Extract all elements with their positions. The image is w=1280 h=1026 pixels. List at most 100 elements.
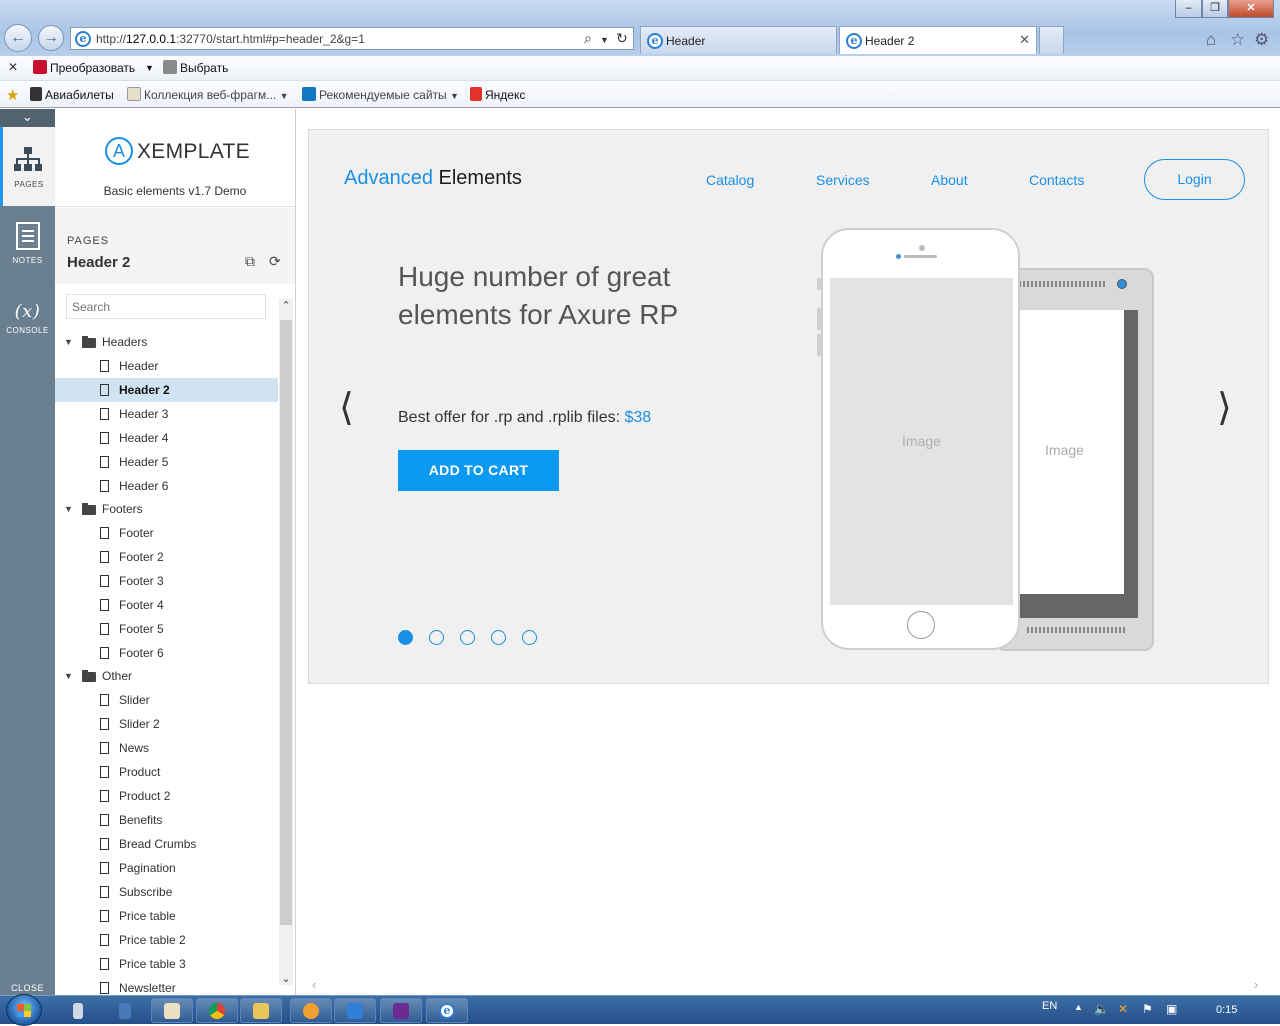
scroll-down-icon[interactable]: ⌄	[279, 972, 293, 985]
tree-page[interactable]: Product 2	[55, 784, 278, 808]
tree-page[interactable]: Bread Crumbs	[55, 832, 278, 856]
tree-page[interactable]: Header 6	[55, 474, 278, 498]
tree-page[interactable]: Footer 4	[55, 593, 278, 617]
select-button[interactable]: Выбрать	[163, 60, 228, 75]
flag-icon[interactable]: ⚑	[1142, 1002, 1153, 1016]
tree-page[interactable]: Slider 2	[55, 712, 278, 736]
page-search-input[interactable]	[66, 294, 266, 319]
expand-triangle-icon[interactable]: ▼	[64, 665, 73, 688]
slider-prev-icon[interactable]: ⟨	[339, 385, 354, 429]
tree-page[interactable]: Price table 3	[55, 952, 278, 976]
convert-pdf-button[interactable]: Преобразовать	[33, 60, 135, 75]
tree-page[interactable]: Header 3	[55, 402, 278, 426]
rail-notes-button[interactable]: NOTES	[0, 222, 55, 265]
open-in-new-icon[interactable]: ⧉	[245, 253, 255, 270]
tree-page[interactable]: Header 4	[55, 426, 278, 450]
slider-dot[interactable]	[460, 630, 475, 645]
start-button[interactable]	[6, 994, 42, 1026]
search-icon[interactable]: ⌕	[584, 30, 592, 47]
task-player[interactable]	[334, 998, 376, 1023]
tree-page[interactable]: Price table	[55, 904, 278, 928]
add-to-cart-button[interactable]: ADD TO CART	[398, 450, 559, 491]
slider-dot[interactable]	[398, 630, 413, 645]
tree-page[interactable]: Footer	[55, 521, 278, 545]
app-tray-icon[interactable]: ✕	[1118, 1002, 1128, 1016]
address-url[interactable]: http://127.0.0.1:32770/start.html#p=head…	[96, 32, 365, 46]
nav-services[interactable]: Services	[816, 172, 870, 188]
scroll-up-icon[interactable]: ⌃	[279, 299, 293, 312]
forward-button[interactable]: →	[38, 25, 64, 51]
volume-icon[interactable]: 🔈	[1094, 1002, 1109, 1016]
tree-page[interactable]: Benefits	[55, 808, 278, 832]
nav-about[interactable]: About	[931, 172, 968, 188]
task-show-desktop[interactable]	[60, 998, 100, 1023]
tree-page[interactable]: Footer 6	[55, 641, 278, 665]
page-options-icon[interactable]: ⟳	[269, 253, 281, 270]
tree-page[interactable]: Product	[55, 760, 278, 784]
favorite-yandex[interactable]: Яндекс	[470, 87, 525, 102]
chevron-down-icon[interactable]: ▼	[600, 35, 609, 45]
nav-contacts[interactable]: Contacts	[1029, 172, 1084, 188]
task-storage[interactable]	[106, 998, 146, 1023]
task-axure-rp[interactable]	[380, 998, 422, 1023]
clock[interactable]: 0:15	[1216, 1004, 1237, 1016]
task-file-explorer[interactable]	[240, 998, 282, 1023]
horizontal-scrollbar[interactable]: ‹ ›	[296, 977, 1280, 995]
slider-next-icon[interactable]: ⟩	[1217, 385, 1232, 429]
tree-page[interactable]: Slider	[55, 688, 278, 712]
favorite-aviatickets[interactable]: Авиабилеты	[30, 87, 114, 102]
task-explorer-window[interactable]	[151, 998, 193, 1023]
home-icon[interactable]: ⌂	[1206, 30, 1216, 50]
tree-page[interactable]: Footer 5	[55, 617, 278, 641]
tab-header[interactable]: e Header	[640, 26, 837, 54]
scroll-thumb[interactable]	[280, 320, 292, 925]
minimize-button[interactable]: –	[1175, 0, 1202, 18]
tree-page[interactable]: Header	[55, 354, 278, 378]
slider-dot[interactable]	[429, 630, 444, 645]
tree-page[interactable]: Pagination	[55, 856, 278, 880]
tree-page[interactable]: Footer 3	[55, 569, 278, 593]
rail-console-button[interactable]: (x) CONSOLE	[0, 301, 55, 335]
favorite-webslices[interactable]: Коллекция веб-фрагм... ▼	[127, 87, 289, 102]
address-bar[interactable]: e http://127.0.0.1:32770/start.html#p=he…	[70, 27, 634, 50]
rail-pages-button[interactable]: PAGES	[0, 127, 55, 206]
rail-close-button[interactable]: CLOSE	[0, 973, 55, 995]
tree-page[interactable]: Price table 2	[55, 928, 278, 952]
refresh-icon[interactable]: ↻	[616, 30, 628, 47]
expand-triangle-icon[interactable]: ▼	[64, 498, 73, 521]
tree-page-selected[interactable]: Header 2	[55, 378, 278, 402]
tray-expand-icon[interactable]: ▲	[1074, 1002, 1083, 1012]
tree-folder[interactable]: ▼ Other	[55, 665, 278, 688]
close-toolbar-icon[interactable]: ✕	[8, 60, 18, 74]
tree-folder[interactable]: ▼ Headers	[55, 331, 278, 354]
sidebar-scrollbar[interactable]: ⌃ ⌄	[279, 299, 293, 985]
maximize-button[interactable]: ❐	[1202, 0, 1228, 18]
favorites-star-icon[interactable]: ☆	[1230, 30, 1245, 50]
nav-catalog[interactable]: Catalog	[706, 172, 754, 188]
tree-page[interactable]: News	[55, 736, 278, 760]
chevron-down-icon[interactable]: ▼	[145, 63, 154, 73]
scroll-left-icon[interactable]: ‹	[312, 977, 316, 992]
task-media[interactable]	[290, 998, 332, 1023]
scroll-right-icon[interactable]: ›	[1254, 977, 1258, 992]
tab-header-2[interactable]: e Header 2 ✕	[839, 26, 1037, 54]
gear-icon[interactable]: ⚙	[1254, 30, 1269, 50]
favorite-suggested[interactable]: Рекомендуемые сайты ▼	[302, 87, 459, 102]
brand-logo[interactable]: Advanced Elements	[344, 167, 522, 190]
tree-page[interactable]: Header 5	[55, 450, 278, 474]
close-tab-icon[interactable]: ✕	[1019, 32, 1030, 48]
tree-folder[interactable]: ▼ Footers	[55, 498, 278, 521]
login-button[interactable]: Login	[1144, 159, 1245, 200]
slider-dot[interactable]	[491, 630, 506, 645]
expand-triangle-icon[interactable]: ▼	[64, 331, 73, 354]
tree-page[interactable]: Subscribe	[55, 880, 278, 904]
task-chrome[interactable]	[196, 998, 238, 1023]
tree-page[interactable]: Footer 2	[55, 545, 278, 569]
new-tab-button[interactable]	[1039, 26, 1064, 54]
slider-dot[interactable]	[522, 630, 537, 645]
network-icon[interactable]: ▣	[1166, 1002, 1177, 1016]
collapse-chevron-icon[interactable]: ⌄	[0, 109, 55, 127]
favorites-add-icon[interactable]: ★	[6, 86, 19, 104]
language-indicator[interactable]: EN	[1042, 1000, 1057, 1012]
task-internet-explorer[interactable]: e	[426, 998, 468, 1023]
